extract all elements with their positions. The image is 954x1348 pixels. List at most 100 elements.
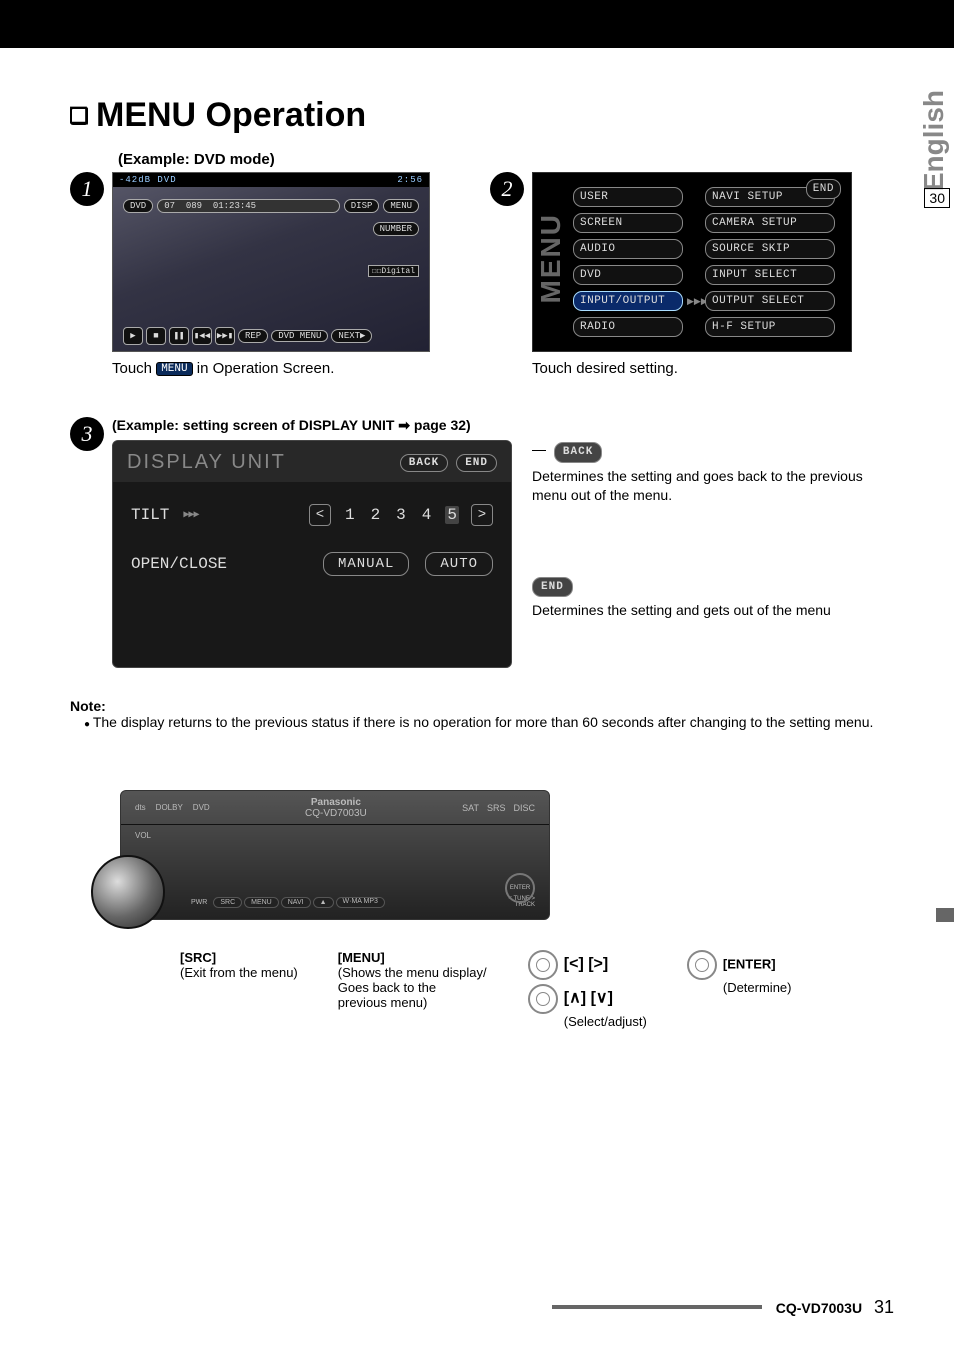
example-label-1: (Example: DVD mode) <box>118 151 894 168</box>
disc-logo: DISC <box>513 803 535 813</box>
hw-navi-button[interactable]: NAVI <box>281 897 311 908</box>
next-button[interactable]: ▶▶▮ <box>215 327 235 345</box>
src-key-label: [SRC] <box>180 950 298 965</box>
menu-item-user[interactable]: USER <box>573 187 683 207</box>
menu-select-screen: MENU END USER NAVI SETUP SCREEN CAMERA S… <box>532 172 852 352</box>
vol-label: VOL <box>135 831 151 840</box>
enter-key-desc: (Determine) <box>723 980 792 995</box>
menu-key-desc: (Shows the menu display/ Goes back to th… <box>338 965 488 1010</box>
menu-item-hf-setup[interactable]: H-F SETUP <box>705 317 835 337</box>
tilt-option-4[interactable]: 4 <box>420 506 434 524</box>
end-button-top[interactable]: END <box>806 179 841 199</box>
tilt-increase-button[interactable]: > <box>471 504 493 526</box>
step-1-caption: Touch MENU in Operation Screen. <box>112 360 430 377</box>
menu-button-osd[interactable]: MENU <box>383 199 419 213</box>
step-3-badge: 3 <box>70 417 104 451</box>
hw-src-button[interactable]: SRC <box>213 897 242 908</box>
knob-ud-icon <box>528 984 558 1014</box>
dvd-logo: DVD <box>193 803 210 812</box>
disp-button[interactable]: DISP <box>344 199 380 213</box>
menu-item-dvd[interactable]: DVD <box>573 265 683 285</box>
dvd-operation-screen: -42dB DVD 2:56 DVD 07 089 01:23:45 DISP <box>112 172 430 352</box>
menu-side-label: MENU <box>535 213 567 303</box>
dvd-track: 07 <box>164 201 175 211</box>
step-1-badge: 1 <box>70 172 104 206</box>
hw-wma-button[interactable]: W·MA MP3 <box>336 897 385 907</box>
enter-key-label: [ENTER] <box>723 956 776 971</box>
rep-button[interactable]: REP <box>238 329 268 343</box>
hw-menu-button[interactable]: MENU <box>244 897 279 908</box>
menu-item-output-select[interactable]: OUTPUT SELECT <box>705 291 835 311</box>
auto-button[interactable]: AUTO <box>425 552 493 576</box>
dts-logo: dts <box>135 803 146 812</box>
end-button[interactable]: END <box>456 454 497 472</box>
menu-item-audio[interactable]: AUDIO <box>573 239 683 259</box>
footer-page-number: 31 <box>874 1297 894 1317</box>
sat-logo: SAT <box>462 803 479 813</box>
tilt-option-5-selected[interactable]: 5 <box>445 506 459 524</box>
stop-button[interactable]: ■ <box>146 327 166 345</box>
knob-enter-icon <box>687 950 717 980</box>
menu-item-radio[interactable]: RADIO <box>573 317 683 337</box>
menu-badge-inline: MENU <box>156 362 192 376</box>
tilt-decrease-button[interactable]: < <box>309 504 331 526</box>
select-adjust-desc: (Select/adjust) <box>564 1014 647 1029</box>
note-heading: Note: <box>70 698 894 714</box>
step-2-caption: Touch desired setting. <box>532 360 852 377</box>
end-explain-text: Determines the setting and gets out of t… <box>532 601 894 620</box>
callout-line-icon <box>532 450 546 451</box>
model-label: CQ-VD7003U <box>305 808 367 819</box>
section-bullet-icon: ❏ <box>70 107 88 125</box>
hw-enter-knob[interactable]: ENTER <box>505 873 535 903</box>
tilt-option-3[interactable]: 3 <box>394 506 408 524</box>
dolby-logo: DOLBY <box>156 803 183 812</box>
page-footer: CQ-VD7003U 31 <box>552 1297 894 1318</box>
back-callout-badge: BACK <box>554 442 602 463</box>
menu-item-input-select[interactable]: INPUT SELECT <box>705 265 835 285</box>
srs-logo: SRS <box>487 803 506 813</box>
dvd-time: 01:23:45 <box>213 201 256 211</box>
menu-item-input-output[interactable]: INPUT/OUTPUT <box>573 291 683 311</box>
hw-eject-button[interactable]: ▲ <box>313 897 334 908</box>
tilt-option-2[interactable]: 2 <box>369 506 383 524</box>
submenu-arrow-icon: ▶▶▶ <box>687 296 701 307</box>
next-page-button[interactable]: NEXT▶ <box>331 329 372 343</box>
back-button[interactable]: BACK <box>400 454 448 472</box>
title-text: MENU Operation <box>96 96 366 135</box>
dvd-status-left: -42dB DVD <box>119 175 177 185</box>
manual-button[interactable]: MANUAL <box>323 552 409 576</box>
menu-key-label: [MENU] <box>338 950 488 965</box>
tilt-option-1[interactable]: 1 <box>343 506 357 524</box>
dvd-menu-button[interactable]: DVD MENU <box>271 330 328 342</box>
end-callout-badge: END <box>532 577 573 598</box>
tilt-label: TILT <box>131 506 169 524</box>
note-item: The display returns to the previous stat… <box>84 714 894 730</box>
pwr-label: PWR <box>191 899 207 906</box>
back-explain-text: Determines the setting and goes back to … <box>532 467 894 505</box>
track-label: TRACK <box>515 902 535 908</box>
src-key-desc: (Exit from the menu) <box>180 965 298 980</box>
footer-model: CQ-VD7003U <box>776 1300 862 1316</box>
ud-keys-label: [∧] [∨] <box>564 989 613 1006</box>
lr-keys-label: [<] [>] <box>564 955 608 972</box>
play-button[interactable]: ▶ <box>123 327 143 345</box>
dvd-mode-badge: DVD <box>123 199 153 213</box>
volume-knob[interactable] <box>91 855 165 929</box>
menu-item-source-skip[interactable]: SOURCE SKIP <box>705 239 835 259</box>
dvd-chapter: 089 <box>186 201 202 211</box>
page-title: ❏ MENU Operation <box>70 96 894 135</box>
dolby-digital-badge: ☐☐Digital <box>368 265 419 277</box>
brand-label: Panasonic <box>305 797 367 808</box>
pause-button[interactable]: ❚❚ <box>169 327 189 345</box>
step-2-badge: 2 <box>490 172 524 206</box>
knob-lr-icon <box>528 950 558 980</box>
display-unit-title: DISPLAY UNIT <box>127 451 286 474</box>
menu-item-camera-setup[interactable]: CAMERA SETUP <box>705 213 835 233</box>
menu-item-screen[interactable]: SCREEN <box>573 213 683 233</box>
step-3-heading: (Example: setting screen of DISPLAY UNIT… <box>112 417 894 434</box>
tilt-arrow-icon: ▶▶▶ <box>183 509 198 521</box>
dvd-clock: 2:56 <box>397 175 423 185</box>
prev-button[interactable]: ▮◀◀ <box>192 327 212 345</box>
head-unit-illustration: dts DOLBY DVD Panasonic CQ-VD7003U SAT S… <box>120 790 550 920</box>
number-button[interactable]: NUMBER <box>373 222 419 236</box>
